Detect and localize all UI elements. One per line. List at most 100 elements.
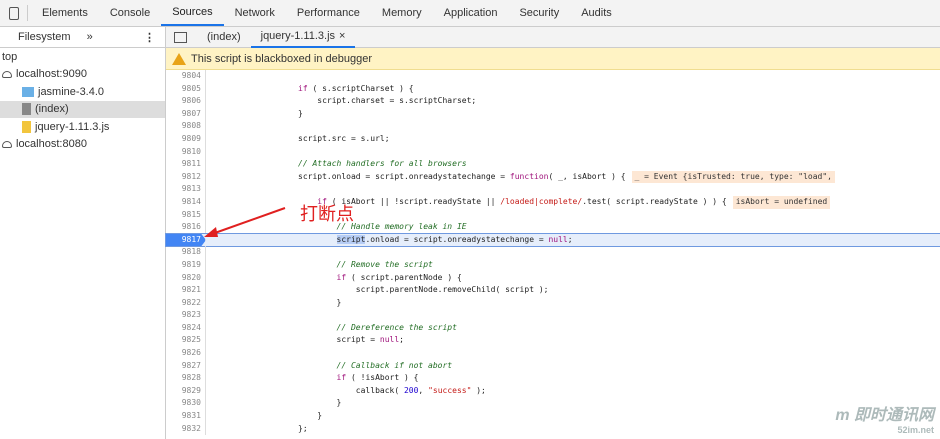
device-toggle-icon[interactable] (0, 5, 28, 21)
line-number[interactable]: 9832 (166, 422, 206, 436)
line-number[interactable]: 9825 (166, 334, 206, 348)
code-text: } (298, 411, 323, 421)
tab-audits[interactable]: Audits (570, 0, 623, 26)
tab-security[interactable]: Security (508, 0, 570, 26)
code-line: 9807} (166, 107, 940, 121)
navigator-panel: Filesystem » ⋮ top localhost:9090 jasmine-… (0, 27, 166, 439)
close-icon[interactable]: × (339, 30, 345, 42)
code-line: 9828 if ( !isAbort ) { (166, 372, 940, 385)
tab-network[interactable]: Network (224, 0, 286, 26)
tab-label: jquery-1.11.3.js (260, 30, 336, 42)
code-text: } (298, 297, 342, 307)
code-line: 9820 if ( script.parentNode ) { (166, 271, 940, 285)
code-line: 9830 } (166, 397, 940, 411)
tree-item-label: jquery-1.11.3.js (35, 120, 110, 133)
code-text: // Dereference the script (298, 322, 457, 332)
tab-elements[interactable]: Elements (31, 0, 99, 26)
line-number[interactable]: 9809 (166, 132, 206, 146)
tab-performance[interactable]: Performance (286, 0, 371, 26)
annotation-label: 打断点 (300, 204, 354, 225)
toggle-navigator-icon[interactable] (174, 31, 187, 43)
code-line: 9804 (166, 70, 940, 83)
blackbox-warning: This script is blackboxed in debugger (166, 48, 940, 70)
tab-application[interactable]: Application (433, 0, 509, 26)
tab-label: (index) (207, 31, 241, 43)
line-number[interactable]: 9813 (166, 183, 206, 196)
tab-filesystem[interactable]: Filesystem (18, 31, 71, 43)
code-text: script.src = s.url; (298, 133, 390, 143)
tree-item[interactable]: (index) (0, 100, 165, 118)
code-line: 9823 (166, 309, 940, 322)
code-text: }; (298, 423, 308, 433)
line-number[interactable]: 9830 (166, 397, 206, 411)
code-line: 9822 } (166, 296, 940, 310)
tab-memory[interactable]: Memory (371, 0, 433, 26)
editor-tab-index[interactable]: (index) (197, 27, 251, 48)
code-line: 9810 (166, 145, 940, 159)
more-tabs-button[interactable]: » (87, 31, 93, 43)
line-number[interactable]: 9812 (166, 170, 206, 184)
watermark-logo: m 即时通讯网 52im.net (835, 407, 934, 435)
annotation-arrow (204, 207, 286, 237)
line-number[interactable]: 9819 (166, 258, 206, 272)
navigator-header: Filesystem » ⋮ (0, 27, 165, 48)
line-number[interactable]: 9821 (166, 284, 206, 297)
code-line: 9824 // Dereference the script (166, 321, 940, 335)
code-line: 9826 (166, 347, 940, 360)
line-number[interactable]: 9805 (166, 82, 206, 96)
file-tree: top localhost:9090 jasmine-3.4.0 (index) jqu… (0, 48, 165, 153)
line-number[interactable]: 9822 (166, 296, 206, 310)
tree-item-label: jasmine-3.4.0 (38, 85, 105, 98)
line-number[interactable]: 9827 (166, 359, 206, 373)
line-number[interactable]: 9824 (166, 321, 206, 335)
line-number[interactable]: 9828 (166, 372, 206, 385)
code-text: } (298, 108, 303, 118)
code-text: if ( script.parentNode ) { (336, 272, 462, 282)
line-number[interactable]: 9804 (166, 70, 206, 83)
line-number[interactable]: 9826 (166, 347, 206, 360)
tree-item[interactable]: localhost:8080 (0, 136, 165, 154)
line-number[interactable]: 9820 (166, 271, 206, 285)
cloud-icon (2, 140, 12, 148)
tab-console[interactable]: Console (99, 0, 161, 26)
line-number[interactable]: 9823 (166, 309, 206, 322)
code-line: 9825 script = null; (166, 334, 940, 348)
tree-item[interactable]: jasmine-3.4.0 (0, 83, 165, 101)
line-number[interactable]: 9831 (166, 410, 206, 423)
code-line: 9827 // Callback if not abort (166, 359, 940, 373)
file-icon (22, 120, 31, 133)
line-number[interactable]: 9811 (166, 158, 206, 171)
code-line: 9809 script.src = s.url; (166, 132, 940, 146)
line-number[interactable]: 9806 (166, 95, 206, 108)
code-line: 9812 script.onload = script.onreadystatec… (166, 170, 940, 184)
code-text: if ( !isAbort ) { (336, 373, 419, 383)
warning-icon (172, 52, 186, 65)
tree-item[interactable]: localhost:9090 (0, 66, 165, 84)
code-text: // Remove the script (298, 259, 433, 269)
code-editor[interactable]: 9804 9805 if ( s.scriptCharset ) {9806 scr… (165, 70, 940, 436)
line-number[interactable]: 9807 (166, 107, 206, 121)
line-number[interactable]: 9808 (166, 120, 206, 133)
code-line: 9811 // Attach handlers for all browsers (166, 158, 940, 171)
cloud-icon (2, 70, 12, 78)
devtools-toolbar: Elements Console Sources Network Performance… (0, 0, 940, 27)
tab-sources[interactable]: Sources (161, 0, 224, 26)
code-line: 9808 (166, 120, 940, 133)
line-number[interactable]: 9829 (166, 384, 206, 398)
warning-text: This script is blackboxed in debugger (191, 52, 372, 65)
menu-button[interactable]: ⋮ (144, 31, 155, 44)
tree-item[interactable]: jquery-1.11.3.js (0, 118, 165, 136)
editor-tab-jquery[interactable]: jquery-1.11.3.js × (250, 27, 356, 48)
code-line: 9813 (166, 183, 940, 196)
line-number[interactable]: 9810 (166, 145, 206, 159)
code-line: 9821 script.parentNode.removeChild( scri… (166, 284, 940, 297)
line-number[interactable]: 9818 (166, 246, 206, 259)
tree-item[interactable]: top (0, 48, 165, 66)
tree-item-label: localhost:8080 (16, 138, 87, 151)
